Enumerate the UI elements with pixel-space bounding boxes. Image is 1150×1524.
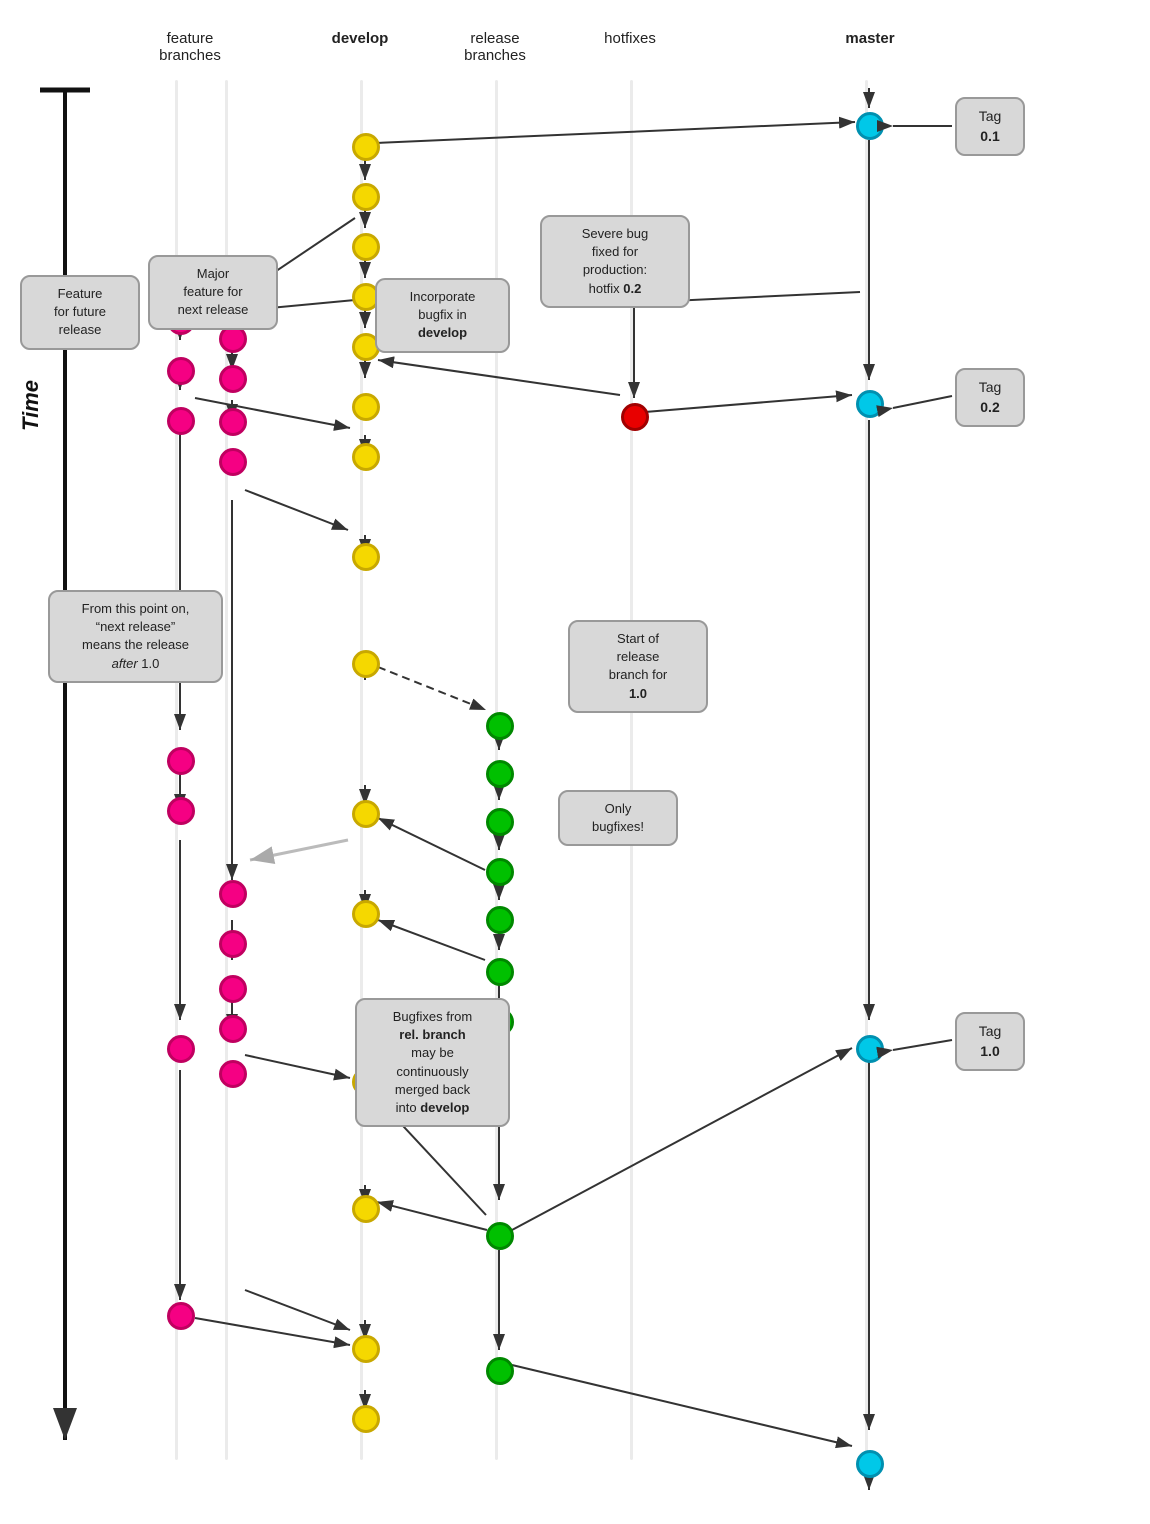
callout-feature-future: Featurefor futurerelease	[20, 275, 140, 350]
node-feat2-4	[219, 408, 247, 436]
node-develop-9	[352, 650, 380, 678]
header-feature-branches: feature branches	[140, 30, 240, 64]
node-feat1-7	[167, 1302, 195, 1330]
node-feat1-2	[167, 357, 195, 385]
node-feat2-6	[219, 880, 247, 908]
node-develop-7	[352, 443, 380, 471]
tag-02-label: Tag	[979, 379, 1002, 395]
branch-line-master	[865, 80, 868, 1460]
node-feat2-5	[219, 448, 247, 476]
node-develop-1	[352, 133, 380, 161]
node-develop-14	[352, 1335, 380, 1363]
header-hotfixes: hotfixes	[595, 30, 665, 47]
callout-start-release: Start ofreleasebranch for1.0	[568, 620, 708, 713]
node-release-1	[486, 712, 514, 740]
node-feat2-8	[219, 975, 247, 1003]
node-feat2-9	[219, 1015, 247, 1043]
tag-01-value: 0.1	[980, 128, 999, 144]
tag-10-label: Tag	[979, 1023, 1002, 1039]
node-master-4	[856, 1450, 884, 1478]
node-develop-6	[352, 393, 380, 421]
node-develop-2	[352, 183, 380, 211]
node-release-5	[486, 906, 514, 934]
node-develop-11	[352, 900, 380, 928]
tag-01-label: Tag	[979, 108, 1002, 124]
callout-severe-bug: Severe bugfixed forproduction:hotfix 0.2	[540, 215, 690, 308]
header-master: master	[835, 30, 905, 47]
callout-next-release: From this point on,“next release”means t…	[48, 590, 223, 683]
node-release-4	[486, 858, 514, 886]
node-develop-10	[352, 800, 380, 828]
tag-10-box: Tag 1.0	[955, 1012, 1025, 1071]
tag-02-box: Tag 0.2	[955, 368, 1025, 427]
callout-major-feature: Majorfeature fornext release	[148, 255, 278, 330]
node-feat1-5	[167, 797, 195, 825]
time-label: Time	[18, 380, 44, 431]
node-master-2	[856, 390, 884, 418]
node-develop-13	[352, 1195, 380, 1223]
node-release-8	[486, 1222, 514, 1250]
node-master-1	[856, 112, 884, 140]
node-release-6	[486, 958, 514, 986]
tag-02-value: 0.2	[980, 399, 999, 415]
node-feat2-10	[219, 1060, 247, 1088]
tag-01-box: Tag 0.1	[955, 97, 1025, 156]
node-feat2-7	[219, 930, 247, 958]
tag-10-value: 1.0	[980, 1043, 999, 1059]
node-release-9	[486, 1357, 514, 1385]
node-feat1-6	[167, 1035, 195, 1063]
callout-only-bugfixes: Onlybugfixes!	[558, 790, 678, 846]
node-hotfix-1	[621, 403, 649, 431]
node-develop-8	[352, 543, 380, 571]
node-release-2	[486, 760, 514, 788]
header-release-branches: releasebranches	[450, 30, 540, 64]
node-feat1-3	[167, 407, 195, 435]
node-develop-15	[352, 1405, 380, 1433]
diagram-canvas: feature branches develop releasebranches…	[0, 0, 1150, 1524]
node-master-3	[856, 1035, 884, 1063]
node-feat2-3	[219, 365, 247, 393]
node-develop-3	[352, 233, 380, 261]
callout-bugfixes-merged: Bugfixes fromrel. branchmay becontinuous…	[355, 998, 510, 1127]
node-feat1-4	[167, 747, 195, 775]
callout-incorporate-bugfix: Incorporatebugfix indevelop	[375, 278, 510, 353]
node-release-3	[486, 808, 514, 836]
header-develop: develop	[320, 30, 400, 47]
